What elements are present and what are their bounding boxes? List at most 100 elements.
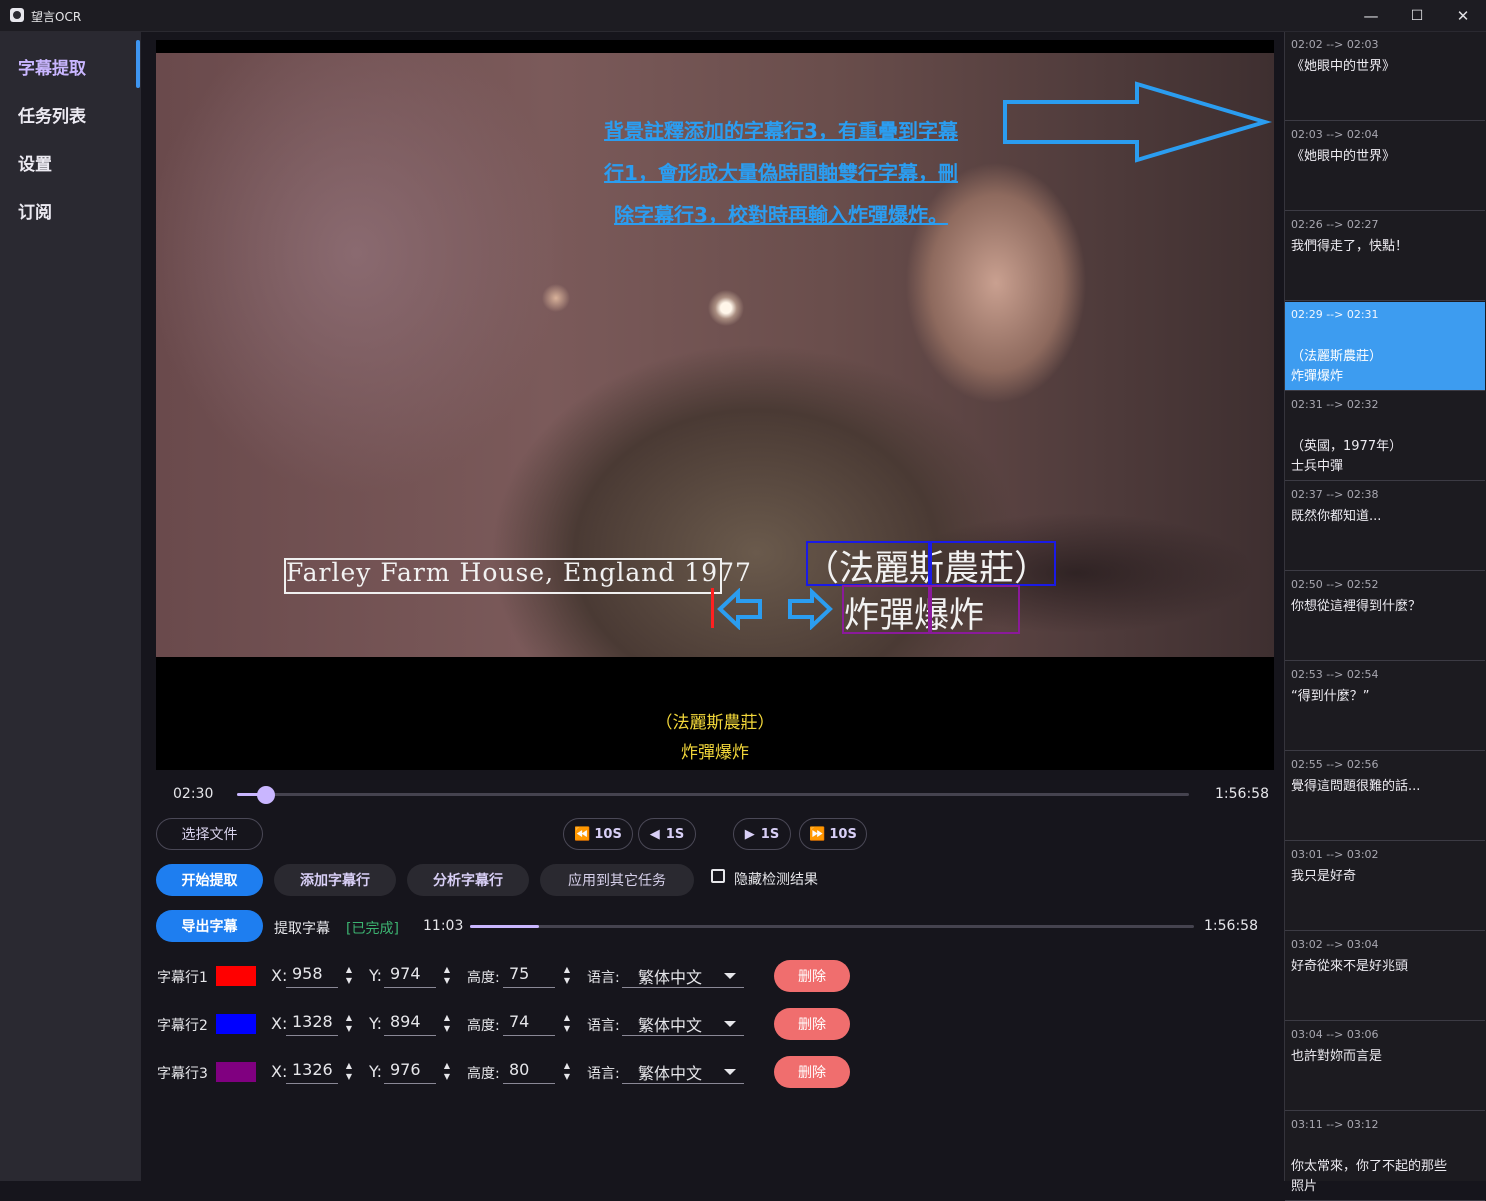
start-extract-button[interactable]: 开始提取 [156, 864, 263, 896]
result-entry[interactable]: 02:02 --> 02:03 《她眼中的世界》 [1285, 32, 1485, 121]
language-select[interactable]: 繁体中文 [622, 964, 744, 988]
result-time: 03:11 --> 03:12 [1291, 1118, 1379, 1131]
subtitle-line-1-marker[interactable] [711, 588, 714, 628]
delete-line-button[interactable]: 删除 [774, 1008, 850, 1040]
subtitle-line-2-box[interactable] [928, 541, 1056, 586]
result-text: 《她眼中的世界》 [1291, 149, 1396, 164]
forward-1s-button[interactable]: ▶ 1S [733, 818, 791, 850]
result-entry[interactable]: 03:04 --> 03:06 也許對妳而言是 [1285, 1022, 1485, 1111]
sidebar-item-subscribe[interactable]: 订阅 [18, 198, 52, 223]
add-subtitle-line-button[interactable]: 添加字幕行 [274, 864, 396, 896]
result-text: 你想從這裡得到什麼？ [1291, 599, 1422, 614]
result-entry[interactable]: 03:11 --> 03:12 你太常來，你了不起的那些 照片 [1285, 1112, 1485, 1201]
result-text: 《她眼中的世界》 [1291, 59, 1396, 74]
app-logo-icon [10, 8, 24, 22]
result-time: 02:50 --> 02:52 [1291, 578, 1379, 591]
result-entry[interactable]: 02:03 --> 02:04 《她眼中的世界》 [1285, 122, 1485, 211]
delete-line-button[interactable]: 删除 [774, 960, 850, 992]
result-text: 我只是好奇 [1291, 869, 1357, 884]
maximize-button[interactable]: ☐ [1394, 0, 1440, 31]
y-input[interactable]: 894 [384, 1012, 436, 1036]
step-back-icon: ◀ [649, 826, 660, 842]
result-entry[interactable]: 02:50 --> 02:52 你想從這裡得到什麼？ [1285, 572, 1485, 661]
delete-line-button[interactable]: 删除 [774, 1056, 850, 1088]
height-stepper[interactable]: ▲ ▼ [562, 1060, 572, 1082]
result-time: 03:02 --> 03:04 [1291, 938, 1379, 951]
y-stepper[interactable]: ▲ ▼ [442, 964, 452, 986]
select-file-button[interactable]: 选择文件 [156, 818, 263, 850]
height-stepper[interactable]: ▲ ▼ [562, 964, 572, 986]
result-text: 覺得這問題很難的話... [1291, 779, 1421, 794]
playback-slider[interactable] [237, 793, 1189, 796]
y-stepper[interactable]: ▲ ▼ [442, 1060, 452, 1082]
forward-10s-button[interactable]: ⏩ 10S [799, 818, 867, 850]
x-input[interactable]: 1326 [286, 1060, 338, 1084]
analyze-subtitle-line-button[interactable]: 分析字幕行 [407, 864, 529, 896]
rewind-1s-button[interactable]: ◀ 1S [638, 818, 696, 850]
total-time: 1:56:58 [1215, 786, 1269, 802]
sidebar-item-settings[interactable]: 设置 [18, 150, 52, 175]
x-stepper[interactable]: ▲ ▼ [344, 1012, 354, 1034]
result-text: 好奇從來不是好兆頭 [1291, 959, 1409, 974]
result-time: 02:02 --> 02:03 [1291, 38, 1379, 51]
y-label: Y: [369, 1062, 383, 1081]
y-input[interactable]: 976 [384, 1060, 436, 1084]
subtitle-line-3-box[interactable] [842, 585, 932, 634]
result-entry[interactable]: 02:31 --> 02:32 （英國，1977年） 士兵中彈 [1285, 392, 1485, 481]
language-label: 语言: [587, 970, 620, 986]
result-entry[interactable]: 03:01 --> 03:02 我只是好奇 [1285, 842, 1485, 931]
result-entry[interactable]: 02:55 --> 02:56 覺得這問題很難的話... [1285, 752, 1485, 841]
subtitle-line-3-box[interactable] [928, 585, 1020, 634]
forward-1s-label: 1S [760, 826, 780, 842]
x-input[interactable]: 1328 [286, 1012, 338, 1036]
y-input[interactable]: 974 [384, 964, 436, 988]
title-bar: 望言OCR — ☐ ✕ [0, 0, 1486, 32]
playback-slider-handle[interactable] [257, 786, 275, 804]
annotation-line: 除字幕行3，校對時再輸入炸彈爆炸。 [614, 203, 948, 227]
annotation-line: 行1，會形成大量偽時間軸雙行字幕，刪 [604, 161, 958, 185]
result-text: 你太常來，你了不起的那些 照片 [1291, 1159, 1448, 1194]
language-select[interactable]: 繁体中文 [622, 1012, 744, 1036]
result-entry[interactable]: 03:02 --> 03:04 好奇從來不是好兆頭 [1285, 932, 1485, 1021]
rewind-icon: ⏪ [574, 826, 591, 842]
hide-detection-checkbox[interactable] [711, 869, 725, 883]
x-label: X: [271, 966, 288, 985]
result-entry[interactable]: 02:53 --> 02:54 “得到什麼？” [1285, 662, 1485, 751]
apply-to-other-tasks-button[interactable]: 应用到其它任务 [540, 864, 694, 896]
result-entry[interactable]: 02:26 --> 02:27 我們得走了，快點！ [1285, 212, 1485, 301]
height-input[interactable]: 80 [503, 1060, 555, 1084]
y-stepper[interactable]: ▲ ▼ [442, 1012, 452, 1034]
result-entry[interactable]: 02:37 --> 02:38 既然你都知道... [1285, 482, 1485, 571]
subtitle-line-color-swatch[interactable] [216, 1062, 256, 1082]
ocr-results-list[interactable]: 02:02 --> 02:03 《她眼中的世界》 02:03 --> 02:04 《她… [1284, 32, 1486, 1201]
result-text: （法麗斯農莊） 炸彈爆炸 [1291, 349, 1383, 384]
height-input[interactable]: 75 [503, 964, 555, 988]
extract-progress-fill [470, 925, 539, 928]
subtitle-line-color-swatch[interactable] [216, 1014, 256, 1034]
x-stepper[interactable]: ▲ ▼ [344, 1060, 354, 1082]
height-input[interactable]: 74 [503, 1012, 555, 1036]
extract-progress-label: 提取字幕 [274, 921, 330, 937]
close-button[interactable]: ✕ [1440, 0, 1486, 31]
subtitle-line-name: 字幕行2 [157, 1018, 208, 1034]
video-preview[interactable]: 背景註釋添加的字幕行3，有重疊到字幕 行1，會形成大量偽時間軸雙行字幕，刪 除字… [156, 40, 1274, 770]
language-select[interactable]: 繁体中文 [622, 1060, 744, 1084]
height-stepper[interactable]: ▲ ▼ [562, 1012, 572, 1034]
annotation-arrow-right-icon [1003, 81, 1273, 163]
height-label: 高度: [467, 1066, 500, 1082]
sidebar-item-task-list[interactable]: 任务列表 [18, 102, 86, 127]
export-subtitle-button[interactable]: 导出字幕 [156, 910, 263, 942]
subtitle-line-color-swatch[interactable] [216, 966, 256, 986]
chevron-down-icon [724, 1021, 736, 1027]
minimize-button[interactable]: — [1348, 0, 1394, 31]
result-time: 02:03 --> 02:04 [1291, 128, 1379, 141]
rewind-10s-button[interactable]: ⏪ 10S [563, 818, 633, 850]
subtitle-line-2-box[interactable] [806, 541, 932, 586]
language-value: 繁体中文 [638, 1064, 703, 1083]
active-nav-indicator [136, 40, 140, 88]
x-input[interactable]: 958 [286, 964, 338, 988]
result-entry[interactable]: 02:29 --> 02:31 （法麗斯農莊） 炸彈爆炸 [1285, 302, 1485, 391]
play-icon: ▶ [744, 826, 755, 842]
x-stepper[interactable]: ▲ ▼ [344, 964, 354, 986]
sidebar-item-subtitle-extract[interactable]: 字幕提取 [18, 54, 86, 79]
